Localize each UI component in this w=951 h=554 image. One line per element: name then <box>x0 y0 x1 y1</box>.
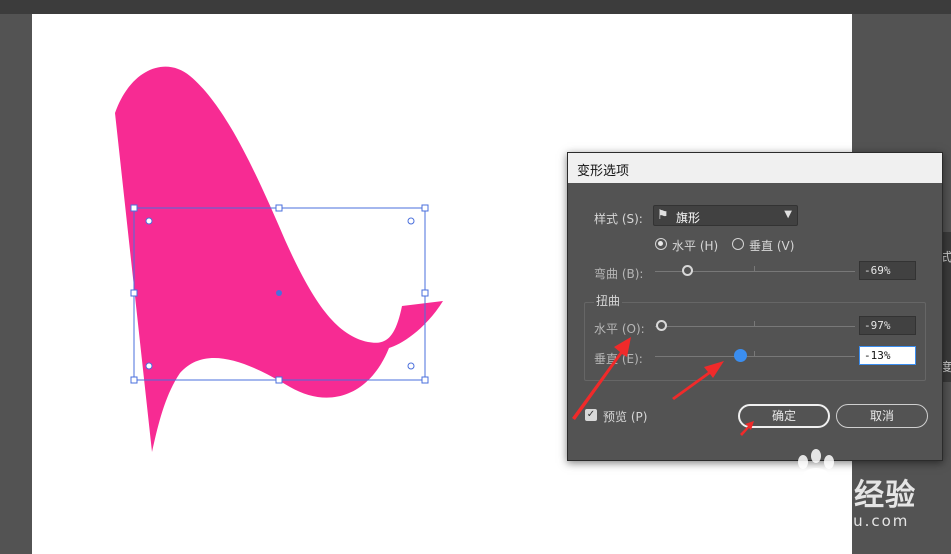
watermark-url: jingyan.baidu.com <box>737 512 910 530</box>
annotation-arrow-horizontal <box>572 337 631 420</box>
watermark-brand: Bai du 经验 <box>730 478 917 513</box>
annotation-arrow-vertical <box>672 361 724 400</box>
annotation-arrow-ok <box>740 421 754 436</box>
